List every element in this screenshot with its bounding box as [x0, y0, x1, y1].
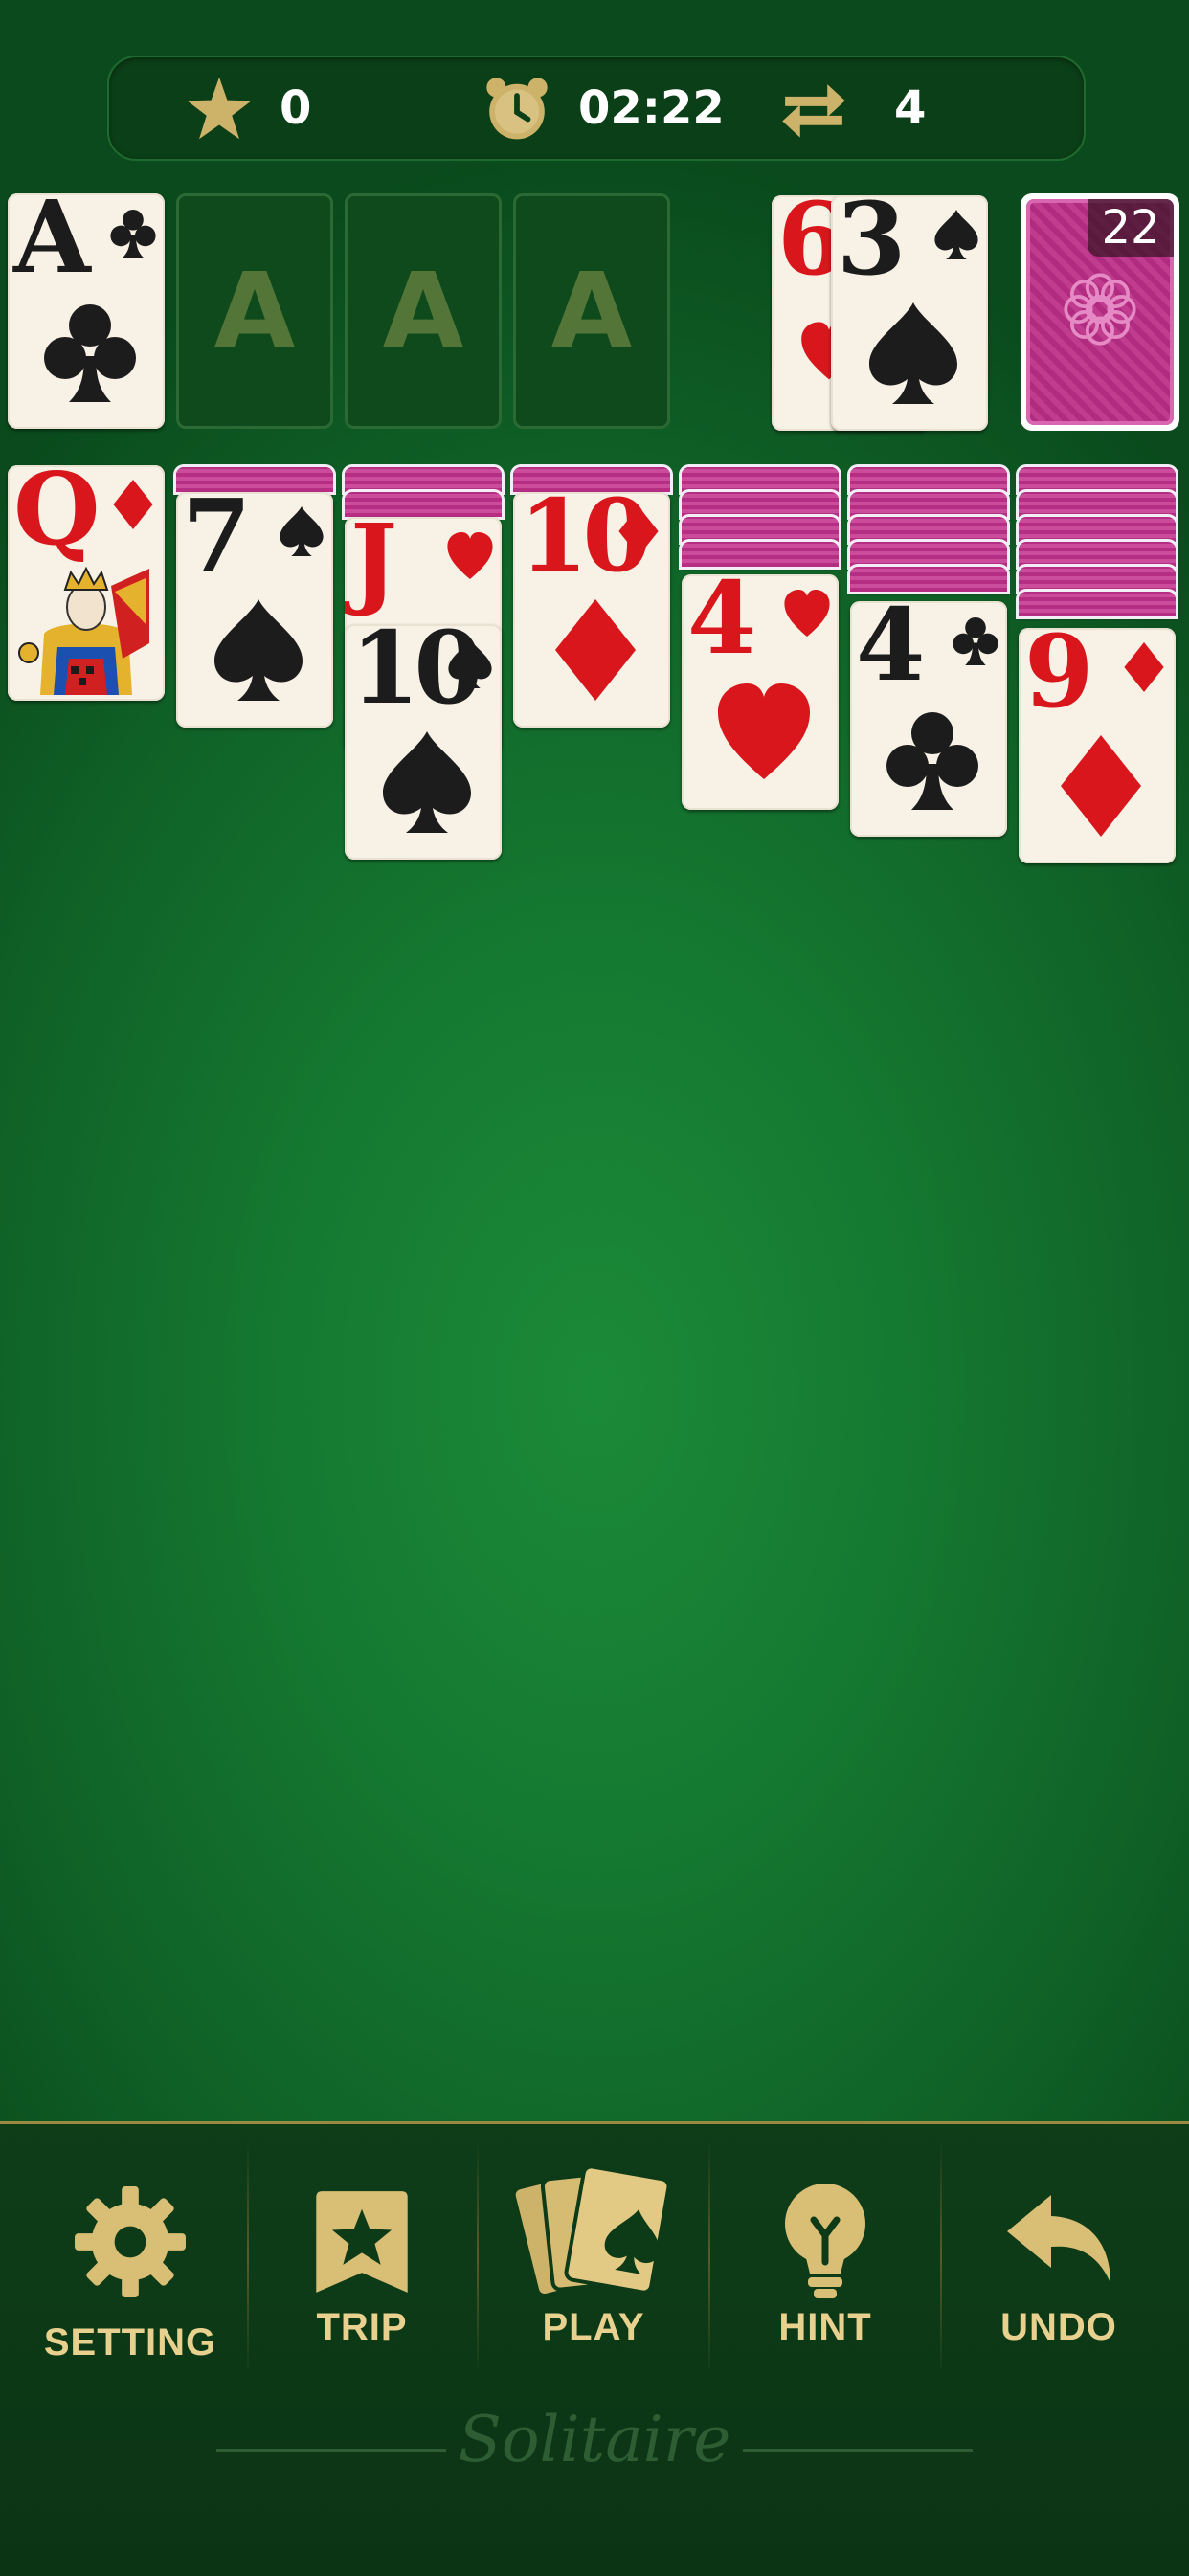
- tableau-6-face-down-card: [850, 467, 1007, 492]
- tableau-5-face-down-card: [682, 467, 839, 492]
- tableau-3-face-down-card: [345, 467, 502, 492]
- undo-arrow-icon: [1007, 2195, 1110, 2283]
- card-rank: 4: [687, 574, 756, 677]
- clubs-icon: [107, 207, 159, 258]
- lightbulb-icon: [785, 2184, 865, 2298]
- flower-pattern-icon: [1064, 273, 1136, 346]
- tableau-7-nine-of-diamonds[interactable]: 9: [1019, 628, 1176, 863]
- tableau-2-face-down-card: [176, 467, 333, 492]
- foundation-placeholder: A: [382, 250, 464, 372]
- card-back: 22: [1026, 199, 1174, 425]
- spades-icon: [379, 729, 475, 835]
- tableau-3-ten-of-spades[interactable]: 10: [345, 624, 502, 860]
- undo-label: UNDO: [1000, 2306, 1117, 2348]
- diamonds-icon: [1053, 733, 1149, 839]
- waste-card-three-of-spades[interactable]: 3: [831, 195, 988, 431]
- stock-count-badge: 22: [1088, 199, 1174, 257]
- star-icon: [187, 77, 252, 140]
- tableau-6-face-down-card: [850, 542, 1007, 567]
- timer-value: 02:22: [578, 81, 725, 135]
- tableau-7-face-down-card: [1019, 567, 1176, 592]
- foundation-placeholder: A: [213, 250, 296, 372]
- tableau-7-face-down-card: [1019, 517, 1176, 542]
- spades-icon: [865, 301, 961, 406]
- cards-icon: [511, 2164, 671, 2298]
- ribbon-star-icon: [316, 2191, 408, 2293]
- tableau-4-face-down-card: [513, 467, 670, 492]
- foundation-4-slot[interactable]: A: [513, 193, 670, 429]
- status-bar: 0 02:22 4: [107, 56, 1086, 161]
- foundation-placeholder: A: [550, 250, 633, 372]
- card-rank: Q: [13, 465, 101, 568]
- diamonds-icon: [548, 597, 643, 703]
- card-rank: 9: [1024, 628, 1093, 730]
- clubs-icon: [42, 299, 138, 404]
- score-value: 0: [280, 81, 312, 135]
- diamonds-icon: [107, 479, 159, 530]
- trip-button[interactable]: TRIP: [257, 2162, 467, 2354]
- spades-icon: [931, 209, 982, 260]
- spades-icon: [276, 505, 327, 557]
- tableau-5-face-down-card: [682, 542, 839, 567]
- tableau-3-face-down-card: [345, 492, 502, 517]
- undo-button[interactable]: UNDO: [953, 2162, 1164, 2354]
- tableau-1-queen-of-diamonds[interactable]: Q: [8, 465, 165, 701]
- diamonds-icon: [613, 505, 664, 557]
- queen-portrait-icon: [15, 567, 157, 695]
- card-rank: 4: [856, 601, 925, 704]
- tableau-5-four-of-hearts[interactable]: 4: [682, 574, 839, 810]
- tableau-6-face-down-card: [850, 517, 1007, 542]
- tableau-2-seven-of-spades[interactable]: 7: [176, 492, 333, 728]
- stock-pile[interactable]: 22: [1021, 193, 1179, 431]
- trip-label: TRIP: [316, 2306, 408, 2348]
- tableau-6-face-down-card: [850, 567, 1007, 592]
- foundation-1-ace-of-clubs[interactable]: A: [8, 193, 165, 429]
- moves-value: 4: [894, 81, 927, 135]
- spades-icon: [444, 638, 496, 689]
- foundation-2-slot[interactable]: A: [176, 193, 333, 429]
- alarm-clock-icon: [486, 78, 548, 140]
- swap-arrows-icon: [782, 84, 845, 138]
- card-rank: J: [350, 517, 397, 619]
- play-button[interactable]: PLAY: [488, 2162, 699, 2354]
- tableau-7-face-down-card: [1019, 542, 1176, 567]
- timer-display: 02:22: [482, 57, 725, 159]
- gear-icon: [75, 2186, 186, 2297]
- card-rank: 7: [182, 492, 251, 594]
- hint-label: HINT: [778, 2306, 872, 2348]
- moves-display: 4: [779, 57, 926, 159]
- tableau-5-face-down-card: [682, 517, 839, 542]
- clubs-icon: [885, 706, 980, 812]
- hearts-icon: [444, 530, 496, 582]
- setting-label: SETTING: [43, 2321, 217, 2363]
- tableau-6-face-down-card: [850, 492, 1007, 517]
- toolbar-divider: [477, 2143, 479, 2369]
- hint-button[interactable]: HINT: [720, 2162, 931, 2354]
- tableau-6-four-of-clubs[interactable]: 4: [850, 601, 1007, 837]
- toolbar-divider: [708, 2143, 710, 2369]
- tableau-7-face-down-card: [1019, 467, 1176, 492]
- brand-logo-text: Solitaire: [458, 2403, 731, 2476]
- bottom-toolbar: SETTING TRIP PLAY HINT UNDO: [0, 2121, 1189, 2576]
- toolbar-divider: [247, 2143, 249, 2369]
- setting-button[interactable]: SETTING: [25, 2162, 236, 2363]
- spades-icon: [211, 597, 306, 703]
- play-label: PLAY: [542, 2306, 645, 2348]
- tableau-7-face-down-card: [1019, 592, 1176, 616]
- tableau-5-face-down-card: [682, 492, 839, 517]
- hearts-icon: [781, 588, 833, 639]
- score-display: 0: [186, 57, 311, 159]
- tableau-4-ten-of-diamonds[interactable]: 10: [513, 492, 670, 728]
- foundation-3-slot[interactable]: A: [345, 193, 502, 429]
- hearts-icon: [716, 680, 812, 785]
- card-rank: 3: [837, 195, 906, 298]
- clubs-icon: [950, 615, 1001, 666]
- tableau-7-face-down-card: [1019, 492, 1176, 517]
- card-rank: A: [13, 193, 91, 296]
- toolbar-divider: [940, 2143, 942, 2369]
- diamonds-icon: [1118, 641, 1170, 693]
